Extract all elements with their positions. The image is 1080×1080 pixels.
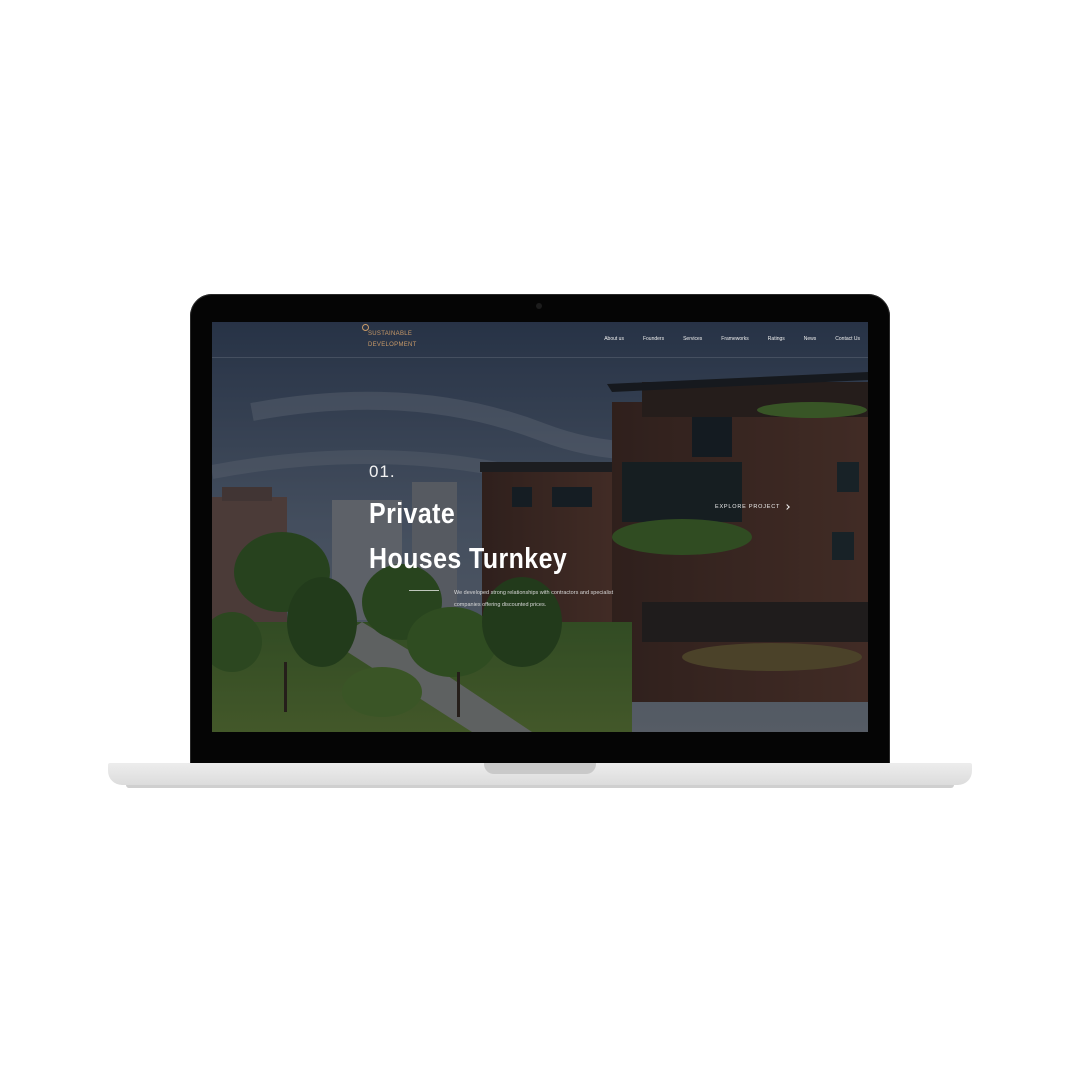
hero-title-line-1: Private: [369, 498, 456, 530]
nav-item-founders[interactable]: Founders: [643, 336, 664, 342]
hero-description: We developed strong relationships with c…: [454, 590, 614, 608]
chevron-right-icon: [784, 504, 791, 510]
explore-project-button[interactable]: EXPLORE PROJECT: [715, 504, 791, 510]
nav-item-ratings[interactable]: Ratings: [768, 336, 785, 342]
browser-screen: SUSTAINABLE DEVELOPMENT About us Founder…: [212, 322, 868, 732]
explore-project-label: EXPLORE PROJECT: [715, 504, 781, 510]
laptop-base-shadow: [126, 785, 954, 788]
laptop-hinge-notch: [484, 763, 596, 774]
logo-line-2: DEVELOPMENT: [368, 342, 417, 348]
header-divider: [212, 357, 868, 358]
nav-item-contact-us[interactable]: Contact Us: [835, 336, 860, 342]
site-logo[interactable]: SUSTAINABLE DEVELOPMENT: [368, 329, 417, 351]
hero-title-line-2: Houses Turnkey: [369, 543, 568, 575]
logo-line-1: SUSTAINABLE: [368, 331, 413, 337]
nav-item-services[interactable]: Services: [683, 336, 702, 342]
main-nav: About us Founders Services Frameworks Ra…: [604, 336, 860, 342]
webcam-icon: [536, 303, 542, 309]
hero-divider: [409, 590, 439, 591]
slide-number: 01.: [369, 462, 396, 481]
nav-item-frameworks[interactable]: Frameworks: [721, 336, 749, 342]
hero-title: Private Houses Turnkey: [369, 492, 567, 582]
nav-item-news[interactable]: News: [804, 336, 817, 342]
nav-item-about-us[interactable]: About us: [604, 336, 624, 342]
